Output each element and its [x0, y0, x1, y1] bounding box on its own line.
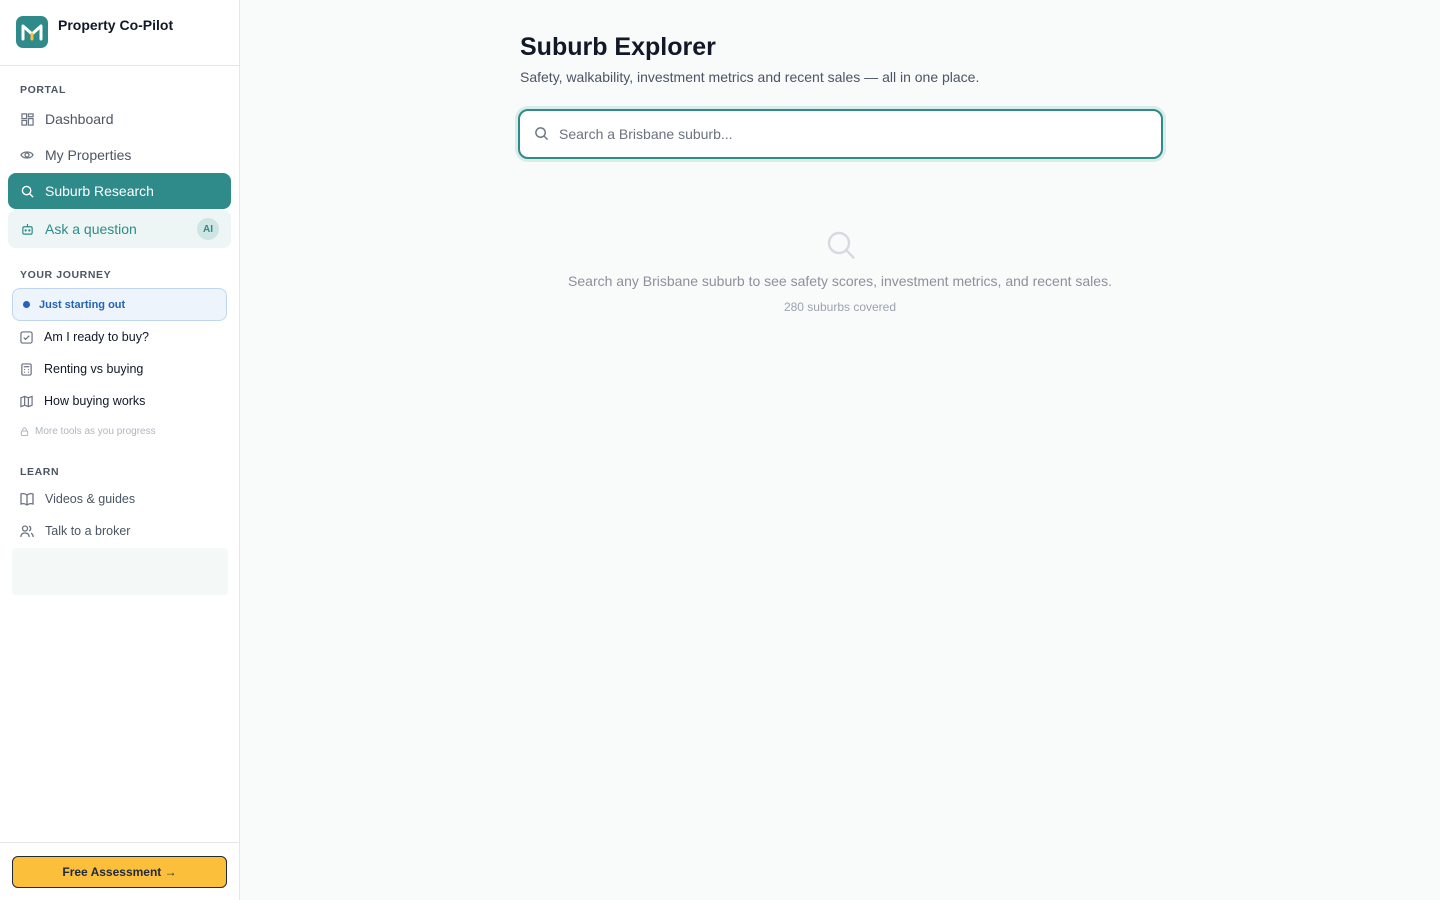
logo-icon: [16, 16, 48, 48]
grid-icon: [20, 112, 34, 126]
lock-icon: [20, 427, 29, 436]
bot-icon: [20, 222, 34, 236]
journey-item-label: Renting vs buying: [44, 362, 144, 376]
empty-state-search-icon: [826, 230, 856, 260]
page-subtitle: Safety, walkability, investment metrics …: [520, 69, 980, 85]
sidebar: Property Co-Pilot PORTAL Dashboard My Pr…: [0, 0, 240, 900]
section-label-journey: YOUR JOURNEY: [20, 269, 112, 281]
journey-stage-label: Just starting out: [39, 298, 126, 311]
placeholder-card: [12, 548, 228, 595]
status-dot-icon: [23, 301, 30, 308]
sidebar-item-my-properties[interactable]: My Properties: [8, 137, 231, 173]
journey-item-how-buying-works[interactable]: How buying works: [20, 391, 145, 411]
search-icon: [534, 126, 550, 142]
locked-tools-note: More tools as you progress: [20, 426, 156, 437]
empty-state-message: Search any Brisbane suburb to see safety…: [568, 273, 1112, 289]
journey-stage-badge[interactable]: Just starting out: [12, 288, 227, 321]
sidebar-item-label: My Properties: [45, 147, 132, 163]
suburbs-count: 280 suburbs covered: [783, 300, 897, 314]
sidebar-item-label: Dashboard: [45, 111, 114, 127]
learn-item-label: Videos & guides: [45, 492, 136, 506]
users-icon: [20, 524, 34, 538]
page-title: Suburb Explorer: [520, 33, 716, 61]
journey-item-renting-vs-buying[interactable]: Renting vs buying: [20, 359, 143, 379]
learn-item-videos-guides[interactable]: Videos & guides: [20, 489, 135, 509]
eye-icon: [20, 148, 34, 162]
app-name: Property Co-Pilot: [58, 17, 174, 33]
brand-header[interactable]: Property Co-Pilot: [0, 0, 239, 66]
sidebar-item-label: Suburb Research: [45, 183, 154, 199]
sidebar-item-ask-question[interactable]: Ask a question AI: [8, 210, 231, 248]
suburb-search-input[interactable]: [559, 126, 1119, 142]
sidebar-footer: Free Assessment →: [0, 842, 239, 900]
learn-item-talk-to-broker[interactable]: Talk to a broker: [20, 521, 130, 541]
checkbox-icon: [20, 330, 33, 344]
sidebar-item-label: Ask a question: [45, 221, 137, 237]
locked-tools-label: More tools as you progress: [35, 426, 156, 437]
suburb-search-box[interactable]: [518, 109, 1163, 159]
calculator-icon: [20, 362, 33, 376]
ai-badge: AI: [197, 218, 219, 240]
section-label-learn: LEARN: [20, 466, 60, 478]
book-icon: [20, 492, 34, 506]
sidebar-item-suburb-research[interactable]: Suburb Research: [8, 173, 231, 209]
free-assessment-button[interactable]: Free Assessment →: [12, 856, 227, 888]
journey-item-ready-to-buy[interactable]: Am I ready to buy?: [20, 327, 149, 347]
journey-item-label: Am I ready to buy?: [44, 330, 149, 344]
sidebar-item-dashboard[interactable]: Dashboard: [8, 101, 231, 137]
section-label-portal: PORTAL: [20, 84, 66, 96]
search-icon: [20, 184, 34, 198]
journey-item-label: How buying works: [44, 394, 146, 408]
learn-item-label: Talk to a broker: [45, 524, 131, 538]
map-icon: [20, 395, 33, 408]
